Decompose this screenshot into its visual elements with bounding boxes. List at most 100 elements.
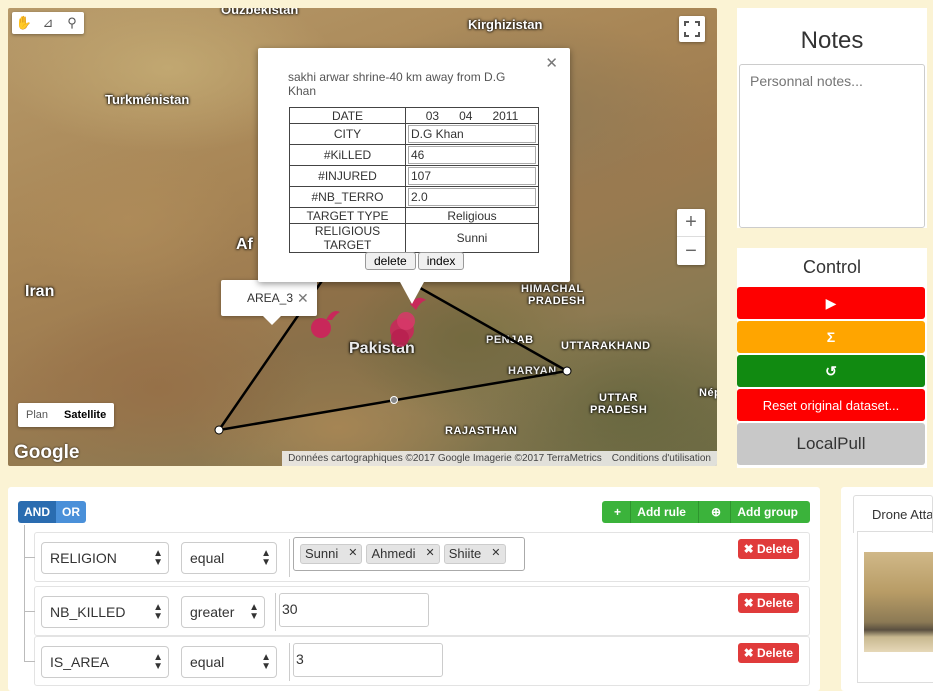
- delete-rule-button[interactable]: ✖ Delete: [737, 593, 799, 613]
- local-pull-button[interactable]: LocalPull: [737, 423, 925, 465]
- index-button[interactable]: index: [417, 252, 465, 270]
- event-details-table: DATE 03 04 2011 CITY D.G Khan #KiLLED 46…: [289, 107, 539, 253]
- tab-drone-attacks[interactable]: Drone Atta: [853, 495, 933, 533]
- add-rule-button[interactable]: + Add rule: [601, 501, 699, 523]
- drone-panel-content: [857, 531, 933, 683]
- hand-icon[interactable]: ✋: [12, 12, 36, 34]
- add-rule-label: Add rule: [631, 501, 692, 523]
- date-year[interactable]: 2011: [492, 109, 518, 123]
- delete-rule-button[interactable]: ✖ Delete: [737, 643, 799, 663]
- play-button[interactable]: ▶: [737, 287, 925, 319]
- sigma-icon: Σ: [826, 329, 836, 345]
- add-group-label: Add group: [731, 501, 804, 523]
- field-select[interactable]: NB_KILLED ▲ ▼: [41, 596, 169, 628]
- table-row: RELIGIOUS TARGET Sunni: [289, 223, 539, 253]
- city-field[interactable]: D.G Khan: [408, 125, 536, 143]
- area-tooltip-label: AREA_3: [247, 291, 294, 305]
- notes-panel: Notes: [737, 8, 927, 228]
- zoom-in-button[interactable]: +: [677, 209, 705, 237]
- or-button[interactable]: OR: [56, 501, 86, 523]
- religious-target-label: RELIGIOUS TARGET: [289, 223, 406, 253]
- operator-select[interactable]: equal ▲ ▼: [181, 542, 277, 574]
- delete-label: Delete: [756, 596, 793, 610]
- map-type-control: Plan Satellite: [18, 403, 115, 427]
- attribution-text: Données cartographiques ©2017 Google Ima…: [288, 453, 602, 464]
- notes-title: Notes: [800, 27, 864, 54]
- operator-select[interactable]: equal ▲ ▼: [181, 646, 277, 678]
- map-attribution: Données cartographiques ©2017 Google Ima…: [282, 451, 717, 466]
- terms-link[interactable]: Conditions d'utilisation: [612, 453, 711, 464]
- close-icon[interactable]: ✕: [545, 54, 558, 72]
- map-type-plan[interactable]: Plan: [18, 403, 56, 427]
- plus-icon: +: [607, 501, 632, 523]
- info-window-actions: delete index: [365, 252, 465, 270]
- injured-label: #INJURED: [289, 165, 406, 187]
- target-type-label: TARGET TYPE: [289, 207, 406, 224]
- date-day[interactable]: 03: [426, 109, 439, 123]
- polygon-vertex[interactable]: [562, 366, 572, 376]
- delete-label: Delete: [756, 646, 793, 660]
- delete-button[interactable]: delete: [365, 252, 416, 270]
- select-arrows-icon: ▲ ▼: [153, 652, 163, 672]
- fullscreen-button[interactable]: [679, 16, 705, 42]
- operator-select-value: equal: [190, 550, 225, 566]
- value-tag: Sunni ✕: [300, 544, 363, 564]
- injured-field[interactable]: 107: [408, 167, 536, 185]
- map-type-satellite[interactable]: Satellite: [56, 403, 114, 427]
- select-arrows-icon: ▲ ▼: [261, 548, 271, 568]
- table-row: #KiLLED 46: [289, 144, 539, 166]
- terro-field[interactable]: 2.0: [408, 188, 536, 206]
- delete-label: Delete: [756, 542, 793, 556]
- x-icon: ✖: [743, 646, 757, 660]
- drawing-toolbar: ✋ ⊿ ⚲: [12, 12, 84, 34]
- notes-textarea[interactable]: [739, 64, 925, 228]
- killed-field[interactable]: 46: [408, 146, 536, 164]
- google-logo: Google: [14, 442, 80, 463]
- refresh-icon: ↺: [825, 362, 837, 379]
- select-arrows-icon: ▲ ▼: [261, 652, 271, 672]
- value-multiselect[interactable]: Sunni ✕ Ahmedi ✕ Shiite ✕: [293, 537, 525, 571]
- and-button[interactable]: AND: [18, 501, 56, 523]
- reset-dataset-button[interactable]: Reset original dataset...: [737, 389, 925, 421]
- remove-tag-icon[interactable]: ✕: [426, 546, 435, 562]
- rule-row: IS_AREA ▲ ▼ equal ▲ ▼ 3 ✖ Delete: [25, 636, 810, 686]
- sum-button[interactable]: Σ: [737, 321, 925, 353]
- condition-toggle: AND OR: [18, 501, 86, 523]
- zoom-out-button[interactable]: −: [677, 237, 705, 265]
- field-select-value: NB_KILLED: [50, 604, 126, 620]
- map-view[interactable]: Ouzbékistan Kirghizistan Turkménistan Af…: [8, 8, 717, 466]
- fullscreen-icon: [684, 21, 700, 37]
- value-input[interactable]: 3: [293, 643, 443, 677]
- rule-row: NB_KILLED ▲ ▼ greater ▲ ▼ 30 ✖ Delete: [25, 586, 810, 636]
- killed-label: #KiLLED: [289, 144, 406, 166]
- date-label: DATE: [289, 107, 406, 124]
- rule-tree-line: [24, 525, 25, 662]
- tag-label: Ahmedi: [371, 546, 416, 561]
- play-icon: ▶: [825, 294, 837, 311]
- date-month[interactable]: 04: [459, 109, 472, 123]
- remove-tag-icon[interactable]: ✕: [491, 546, 500, 562]
- info-window: ✕ sakhi arwar shrine-40 km away from D.G…: [258, 48, 570, 304]
- field-select[interactable]: RELIGION ▲ ▼: [41, 542, 169, 574]
- close-icon[interactable]: ✕: [297, 290, 309, 307]
- polygon-vertex[interactable]: [214, 425, 224, 435]
- religious-target-value: Sunni: [405, 223, 539, 253]
- table-row: TARGET TYPE Religious: [289, 207, 539, 224]
- remove-tag-icon[interactable]: ✕: [348, 546, 357, 562]
- add-group-button[interactable]: ⊕ Add group: [698, 501, 810, 523]
- value-input[interactable]: 30: [279, 593, 429, 627]
- operator-select[interactable]: greater ▲ ▼: [181, 596, 265, 628]
- polygon-midpoint[interactable]: [390, 396, 398, 404]
- select-arrows-icon: ▲ ▼: [153, 602, 163, 622]
- marker-pin-icon[interactable]: ⚲: [60, 12, 84, 34]
- city-label: CITY: [289, 123, 406, 145]
- delete-rule-button[interactable]: ✖ Delete: [737, 539, 799, 559]
- operator-select-value: greater: [190, 604, 235, 620]
- table-row: #NB_TERRO 2.0: [289, 186, 539, 208]
- refresh-button[interactable]: ↺: [737, 355, 925, 387]
- field-select[interactable]: IS_AREA ▲ ▼: [41, 646, 169, 678]
- field-select-value: RELIGION: [50, 550, 117, 566]
- polygon-draw-icon[interactable]: ⊿: [36, 12, 60, 34]
- target-type-value: Religious: [405, 207, 539, 224]
- tag-label: Shiite: [448, 546, 482, 561]
